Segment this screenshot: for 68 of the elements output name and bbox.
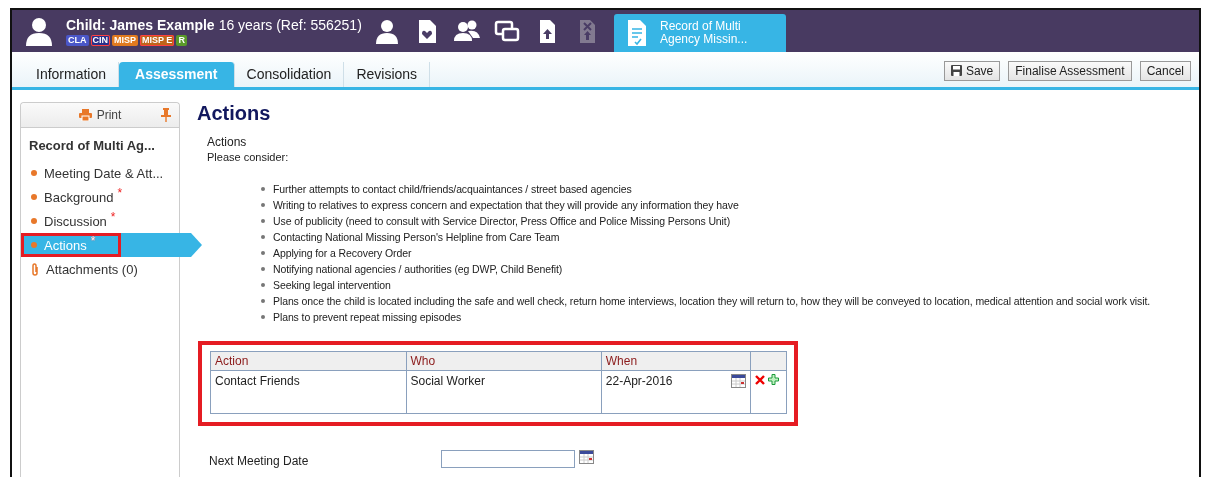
list-item: Plans to prevent repeat missing episodes <box>273 310 462 325</box>
tab[interactable]: Consolidation <box>234 62 345 87</box>
button[interactable]: Cancel <box>1139 60 1191 81</box>
child-age-ref: 16 years (Ref: 556251) <box>218 16 362 33</box>
pin-icon[interactable] <box>161 108 171 122</box>
nav-item[interactable]: Background * <box>21 185 191 209</box>
bullet-icon <box>261 267 265 271</box>
list-item: Further attempts to contact child/friends/acquaintances / street based agencies <box>273 182 632 197</box>
column-header: Action <box>210 351 406 371</box>
bullet-icon <box>261 219 265 223</box>
add-icon[interactable] <box>768 374 779 385</box>
status-tag: CLA <box>66 34 89 46</box>
date-value: 22-Apr-2016 <box>605 374 673 388</box>
person-icon <box>24 16 54 46</box>
required-marker: * <box>90 234 96 248</box>
field-label: Next Meeting Date <box>209 454 310 468</box>
field-label: Actions <box>207 135 248 149</box>
printer-icon <box>78 109 92 121</box>
status-tag: CIN <box>90 34 110 46</box>
calendar-icon[interactable] <box>579 450 594 464</box>
nav-item[interactable]: Meeting Date & Att... <box>21 161 191 185</box>
list-item: Writing to relatives to express concern and expectation that they will provide any information they have <box>273 198 739 213</box>
section-heading: Actions <box>197 102 272 125</box>
tab[interactable]: Revisions <box>344 62 431 87</box>
intro-text: Please consider: <box>207 151 290 163</box>
bullet-icon <box>31 194 37 200</box>
list-item: Notifying national agencies / authorities (eg DWP, Child Benefit) <box>273 262 563 277</box>
status-tag: MISP <box>112 34 138 46</box>
save-icon <box>950 65 962 76</box>
bullet-icon <box>261 315 265 319</box>
required-marker: * <box>117 186 123 200</box>
button[interactable]: Finalise Assessment <box>1008 60 1132 81</box>
list-item: Applying for a Recovery Order <box>273 246 412 261</box>
delete-icon[interactable] <box>755 375 765 385</box>
document-title: Record of Multi Agency Missin... <box>660 20 749 46</box>
bullet-icon <box>31 170 37 176</box>
list-item: Contacting National Missing Person's Helpline from Care Team <box>273 230 560 245</box>
column-header: Who <box>406 351 602 371</box>
list-item: Plans once the child is located including the safe and well check, return home interviews, location they will return to, how they will be conveyed to location, medical attention and social work visit. <box>273 294 1151 309</box>
required-marker: * <box>110 210 116 224</box>
list-item: Seeking legal intervention <box>273 278 391 293</box>
date-input[interactable] <box>441 450 575 468</box>
bullet-icon <box>31 242 37 248</box>
group-icon[interactable] <box>454 18 480 44</box>
nav-item[interactable]: Discussion * <box>21 209 191 233</box>
status-tag: R <box>176 34 187 46</box>
print-button[interactable]: Print <box>74 106 126 124</box>
document-icon <box>626 19 648 47</box>
bullet-icon <box>261 203 265 207</box>
status-tag: MISP E <box>140 34 175 46</box>
paperclip-icon <box>31 262 39 276</box>
save-button[interactable]: Save <box>943 60 1001 81</box>
windows-icon[interactable] <box>494 18 520 44</box>
table-cell: Contact Friends <box>210 370 406 414</box>
child-name: Child: James Example <box>66 16 215 33</box>
person-icon[interactable] <box>374 18 400 44</box>
list-item: Use of publicity (need to consult with Service Director, Press Office and Police Missing Persons Unit) <box>273 214 731 229</box>
bullet-icon <box>261 251 265 255</box>
bullet-icon <box>261 235 265 239</box>
table-cell: Social Worker <box>406 370 602 414</box>
bullet-icon <box>261 187 265 191</box>
bullet-icon <box>261 283 265 287</box>
bullet-icon <box>261 299 265 303</box>
column-header: When <box>601 351 751 371</box>
nav-item[interactable]: Attachments (0) <box>21 257 191 281</box>
bullet-icon <box>31 218 37 224</box>
form-title: Record of Multi Ag... <box>28 137 156 155</box>
calendar-icon[interactable] <box>731 374 746 388</box>
